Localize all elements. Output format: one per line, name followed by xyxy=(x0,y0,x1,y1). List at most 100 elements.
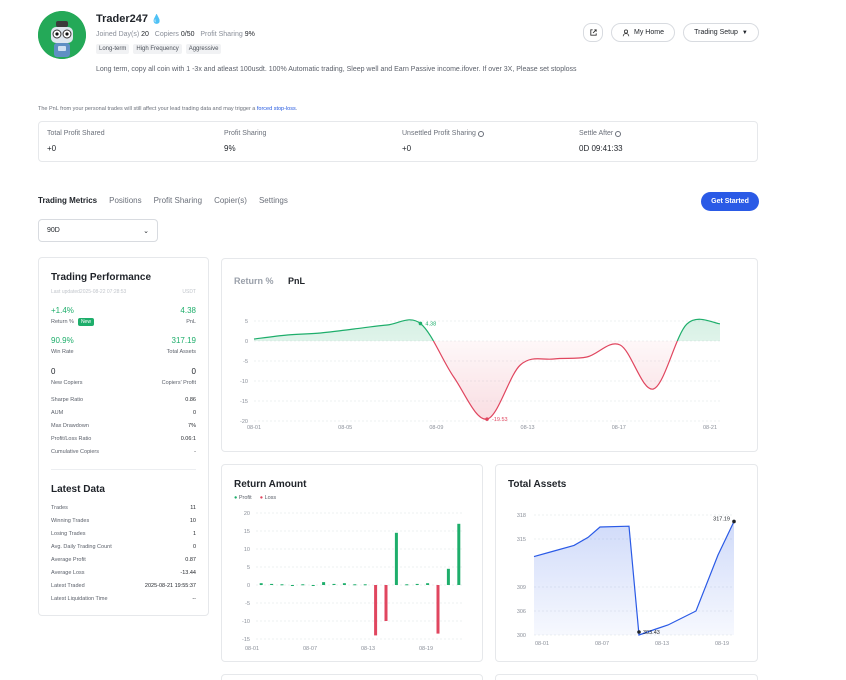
return-amount-bar xyxy=(374,585,378,636)
trader-name-text: Trader247 xyxy=(96,13,148,25)
x-tick-label: 08-13 xyxy=(521,425,535,431)
copiers-label: Copiers xyxy=(154,31,179,38)
tab-copiers[interactable]: Copier(s) xyxy=(214,196,247,205)
return-amount-bar xyxy=(446,568,450,585)
trading-setup-label: Trading Setup xyxy=(694,29,738,36)
trader-tags: Long-term High Frequency Aggressive xyxy=(96,44,222,54)
total-assets-metric: 317.19 Total Assets xyxy=(167,336,196,355)
caret-down-icon: ▼ xyxy=(741,29,748,36)
latest-row: Latest Traded 2025-08-21 19:55:37 xyxy=(51,583,196,589)
joined-label: Joined Day(s) xyxy=(96,31,140,38)
x-tick-label: 08-09 xyxy=(429,425,443,431)
robot-avatar-icon xyxy=(38,11,86,59)
latest-row: Losing Trades 1 xyxy=(51,531,196,537)
summary-label: Unsettled Profit Sharing xyxy=(402,130,476,137)
return-percent-chart: 50-5-10-15-20 08-01 08-05 08-09 08-13 08-17 0… xyxy=(240,318,721,431)
tab-positions[interactable]: Positions xyxy=(109,196,141,205)
summary-item: Profit Sharing 9% xyxy=(224,130,266,153)
return-amount-bar xyxy=(332,583,336,585)
y-tick-label: 300 xyxy=(517,633,526,639)
stat-value: 0.86 xyxy=(185,397,196,403)
latest-value: 1 xyxy=(192,531,196,537)
return-amount-chart: 20 15 10 5 0 -5 -10 -15 08-01 08-07 08-13 08-19 xyxy=(242,511,464,652)
copiers-profit-label: Copiers' Profit xyxy=(161,380,196,386)
trading-setup-button[interactable]: Trading Setup ▼ xyxy=(683,23,759,42)
return-amount-bar xyxy=(301,584,305,586)
perf-row: 90.9% Win Rate 317.19 Total Assets xyxy=(51,336,196,355)
return-amount-bar xyxy=(384,585,388,621)
y-tick-label: -15 xyxy=(242,637,250,643)
pnl-value: 4.38 xyxy=(180,306,196,315)
return-amount-bar xyxy=(353,584,357,586)
info-icon[interactable] xyxy=(615,130,622,137)
return-amount-bar xyxy=(342,583,346,585)
y-tick-label: 0 xyxy=(245,339,248,345)
stat-value: 0.06:1 xyxy=(180,436,196,442)
y-tick-label: 20 xyxy=(244,511,250,517)
period-select[interactable]: 90D ⌄ xyxy=(38,219,158,242)
y-tick-label: -10 xyxy=(242,619,250,625)
latest-row: Average Loss -13.44 xyxy=(51,570,196,576)
y-tick-label: 15 xyxy=(244,529,250,535)
forced-stop-loss-link[interactable]: forced stop-loss xyxy=(257,106,296,112)
tag: Aggressive xyxy=(185,44,222,54)
x-tick-label: 08-01 xyxy=(247,425,261,431)
latest-label: Avg. Daily Trading Count xyxy=(51,544,112,550)
latest-row: Winning Trades 10 xyxy=(51,518,196,524)
summary-label: Settle After xyxy=(579,130,614,137)
tab-settings[interactable]: Settings xyxy=(259,196,288,205)
return-amount-bar xyxy=(322,582,326,585)
win-rate-metric: 90.9% Win Rate xyxy=(51,336,74,355)
trader-name: Trader247 💧 xyxy=(96,13,162,25)
x-tick-label: 08-01 xyxy=(245,646,259,652)
y-tick-label: -10 xyxy=(240,379,248,385)
info-icon[interactable] xyxy=(477,130,484,137)
latest-value: 11 xyxy=(190,505,196,511)
latest-value: -13.44 xyxy=(180,570,196,576)
trading-performance-title: Trading Performance xyxy=(51,272,152,283)
pnl-metric: 4.38 PnL xyxy=(180,306,196,325)
trough-label: -19.53 xyxy=(492,417,508,423)
x-tick-label: 08-19 xyxy=(715,641,729,647)
x-tick-label: 08-13 xyxy=(655,641,669,647)
perf-row: +1.4% Return % New 4.38 PnL xyxy=(51,306,196,326)
stat-label: Max Drawdown xyxy=(51,423,89,429)
tag: High Frequency xyxy=(133,44,182,54)
total-assets-chart: 318 315 309 306 300 08-01 08-07 08-13 08-19 317.… xyxy=(517,513,736,647)
total-assets-label: Total Assets xyxy=(166,349,196,355)
x-tick-label: 08-17 xyxy=(612,425,626,431)
summary-item: Total Profit Shared +0 xyxy=(47,130,105,153)
copiers-profit-metric: 0 Copiers' Profit xyxy=(162,367,196,386)
return-metric: +1.4% Return % New xyxy=(51,306,94,326)
share-button[interactable] xyxy=(583,23,603,42)
stat-label: Cumulative Copiers xyxy=(51,449,99,455)
latest-value: 0.87 xyxy=(185,557,196,563)
trading-performance-panel: Trading Performance Last updated2025-08-… xyxy=(38,257,209,616)
pnl-notice: The PnL from your personal trades will s… xyxy=(38,106,297,112)
period-select-value: 90D xyxy=(47,227,60,234)
tag: Long-term xyxy=(96,44,130,54)
peak-point xyxy=(418,321,423,326)
x-tick-label: 08-05 xyxy=(338,425,352,431)
return-amount-bar xyxy=(290,585,294,586)
y-tick-label: 0 xyxy=(247,583,250,589)
summary-label-row: Unsettled Profit Sharing xyxy=(402,130,484,137)
summary-value: +0 xyxy=(47,144,57,153)
get-started-button[interactable]: Get Started xyxy=(701,192,759,211)
return-amount-bar xyxy=(436,585,440,634)
trader-description: Long term, copy all coin with 1 -3x and … xyxy=(96,66,577,73)
y-tick-label: -5 xyxy=(243,359,248,365)
summary-item: Unsettled Profit Sharing +0 xyxy=(402,130,484,153)
y-tick-label: 315 xyxy=(517,537,526,543)
latest-label: Average Profit xyxy=(51,557,86,563)
return-amount-bar xyxy=(270,583,274,585)
latest-data-title: Latest Data xyxy=(51,484,105,495)
latest-label: Average Loss xyxy=(51,570,85,576)
return-amount-bar xyxy=(426,583,430,585)
tab-profit-sharing[interactable]: Profit Sharing xyxy=(154,196,202,205)
my-home-button[interactable]: My Home xyxy=(611,23,675,42)
latest-label: Latest Liquidation Time xyxy=(51,596,108,602)
tab-trading-metrics[interactable]: Trading Metrics xyxy=(38,196,97,205)
return-label: Return % xyxy=(51,319,74,325)
latest-label: Trades xyxy=(51,505,68,511)
